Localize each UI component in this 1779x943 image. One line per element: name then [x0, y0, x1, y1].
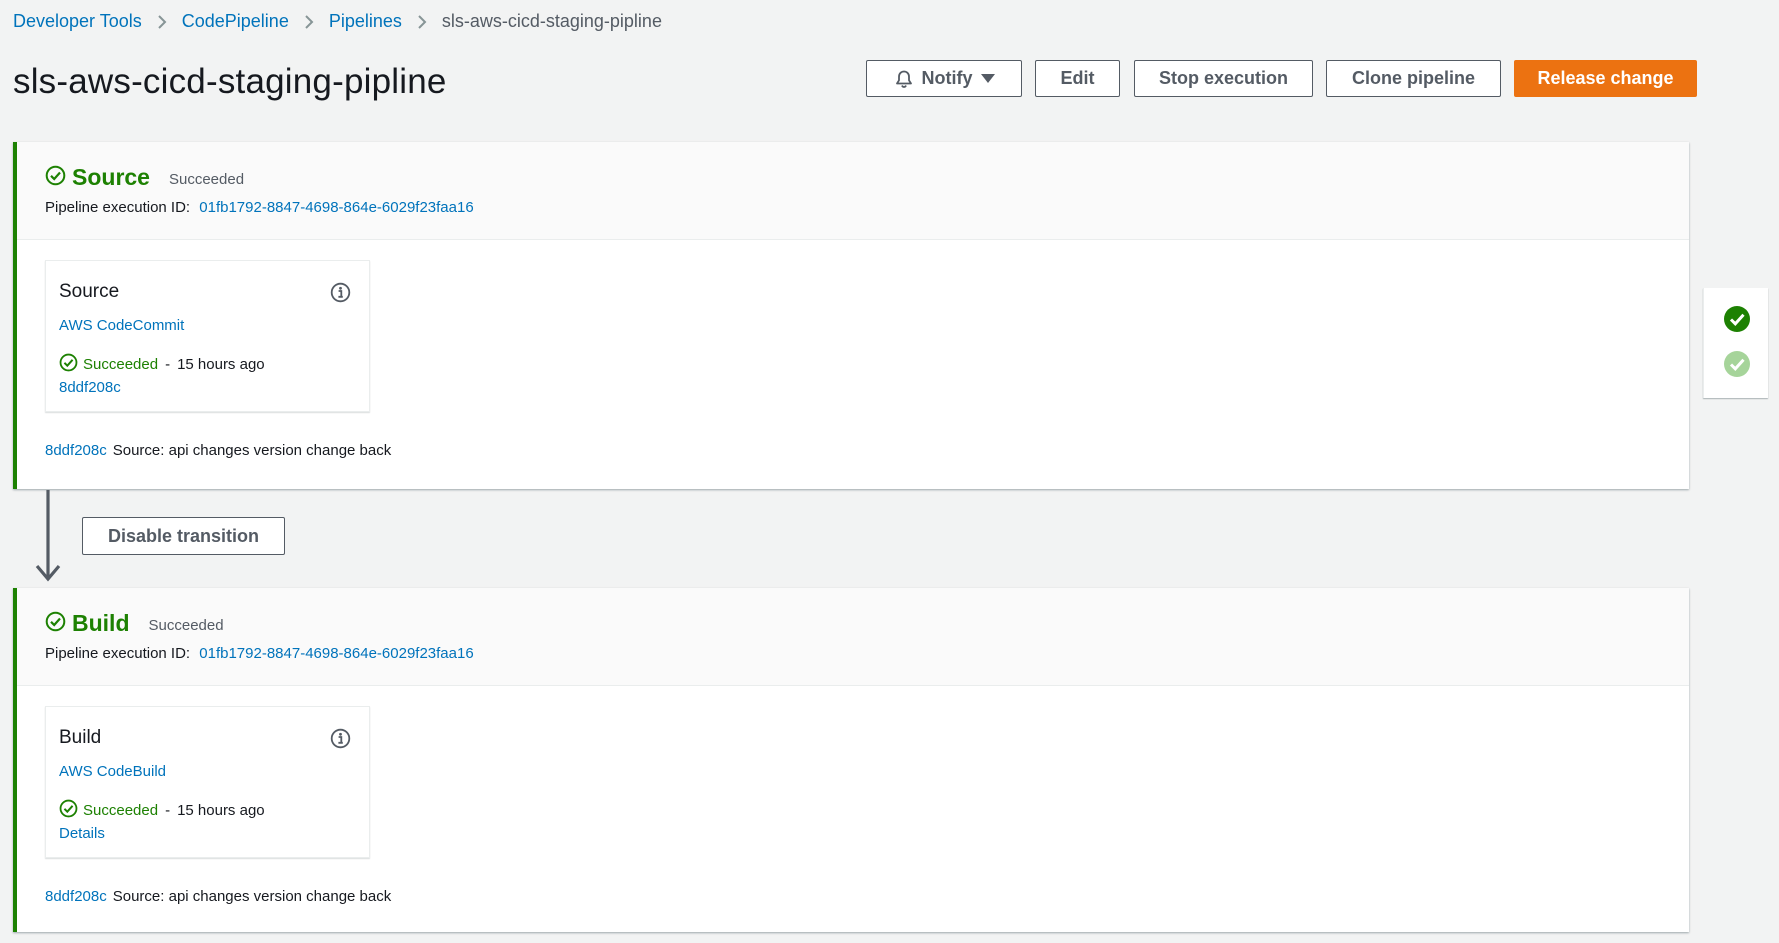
check-circle-filled-icon[interactable] [1723, 305, 1751, 333]
execution-id-label: Pipeline execution ID: [45, 199, 191, 216]
disable-transition-button[interactable]: Disable transition [82, 517, 285, 555]
check-circle-icon [45, 611, 66, 637]
stage-header: Source Succeeded Pipeline execution ID: … [17, 142, 1689, 240]
check-circle-light-icon[interactable] [1723, 350, 1751, 378]
provider-link[interactable]: AWS CodeBuild [59, 763, 166, 780]
commit-row: 8ddf208c Source: api changes version chan… [45, 888, 391, 905]
check-circle-icon [59, 799, 78, 822]
commit-message: Source: api changes version change back [112, 442, 392, 459]
breadcrumb-developer-tools[interactable]: Developer Tools [13, 11, 142, 32]
execution-id-label: Pipeline execution ID: [45, 645, 191, 662]
status-separator: - [165, 356, 171, 373]
action-time: 15 hours ago [177, 356, 265, 373]
stage-status: Succeeded [168, 171, 245, 188]
stage-build: Build Succeeded Pipeline execution ID: 0… [13, 588, 1689, 932]
commit-message: Source: api changes version change back [112, 888, 392, 905]
action-name: Source [59, 281, 120, 302]
page-title: sls-aws-cicd-staging-pipline [13, 62, 447, 101]
check-circle-icon [59, 353, 78, 376]
provider-link[interactable]: AWS CodeCommit [59, 317, 184, 334]
commit-row: 8ddf208c Source: api changes version chan… [45, 442, 391, 459]
stage-status: Succeeded [148, 617, 224, 634]
execution-id-link[interactable]: 01fb1792-8847-4698-864e-6029f23faa16 [199, 199, 473, 216]
commit-id-link[interactable]: 8ddf208c [45, 888, 107, 905]
breadcrumb: Developer Tools CodePipeline Pipelines s… [13, 11, 662, 32]
caret-down-icon [980, 73, 995, 84]
execution-id-link[interactable]: 01fb1792-8847-4698-864e-6029f23faa16 [199, 645, 473, 662]
breadcrumb-current: sls-aws-cicd-staging-pipline [441, 11, 662, 31]
stage-source: Source Succeeded Pipeline execution ID: … [13, 142, 1689, 489]
info-icon[interactable] [330, 728, 351, 749]
action-card-build: Build AWS CodeBuild Succeeded - 15 hours… [45, 706, 370, 858]
action-status: Succeeded - 15 hours ago [59, 353, 265, 376]
chevron-right-icon [156, 14, 168, 30]
commit-id-link[interactable]: 8ddf208c [45, 442, 107, 459]
stage-name: Build [72, 610, 130, 636]
bell-icon [894, 69, 914, 89]
stage-header: Build Succeeded Pipeline execution ID: 0… [17, 588, 1689, 686]
info-icon[interactable] [330, 282, 351, 303]
stop-execution-button[interactable]: Stop execution [1134, 60, 1313, 97]
notify-button[interactable]: Notify [866, 60, 1022, 97]
chevron-right-icon [303, 14, 315, 30]
check-circle-icon [45, 165, 66, 191]
arrow-down-icon [33, 490, 63, 582]
release-change-button[interactable]: Release change [1514, 60, 1697, 97]
edit-button[interactable]: Edit [1035, 60, 1120, 97]
breadcrumb-codepipeline[interactable]: CodePipeline [182, 11, 289, 32]
stage-name: Source [72, 164, 150, 190]
breadcrumb-pipelines[interactable]: Pipelines [329, 11, 402, 32]
clone-pipeline-button[interactable]: Clone pipeline [1326, 60, 1501, 97]
stage-overview-rail [1703, 288, 1768, 398]
action-status-text: Succeeded [83, 356, 159, 373]
action-status: Succeeded - 15 hours ago [59, 799, 265, 822]
notify-label: Notify [921, 68, 973, 88]
action-status-text: Succeeded [83, 802, 159, 819]
action-name: Build [59, 727, 102, 748]
commit-link[interactable]: 8ddf208c [59, 379, 121, 396]
action-card-source: Source AWS CodeCommit Succeeded - 15 hou… [45, 260, 370, 412]
chevron-right-icon [416, 14, 428, 30]
action-time: 15 hours ago [177, 802, 265, 819]
details-link[interactable]: Details [59, 825, 105, 842]
status-separator: - [165, 802, 171, 819]
